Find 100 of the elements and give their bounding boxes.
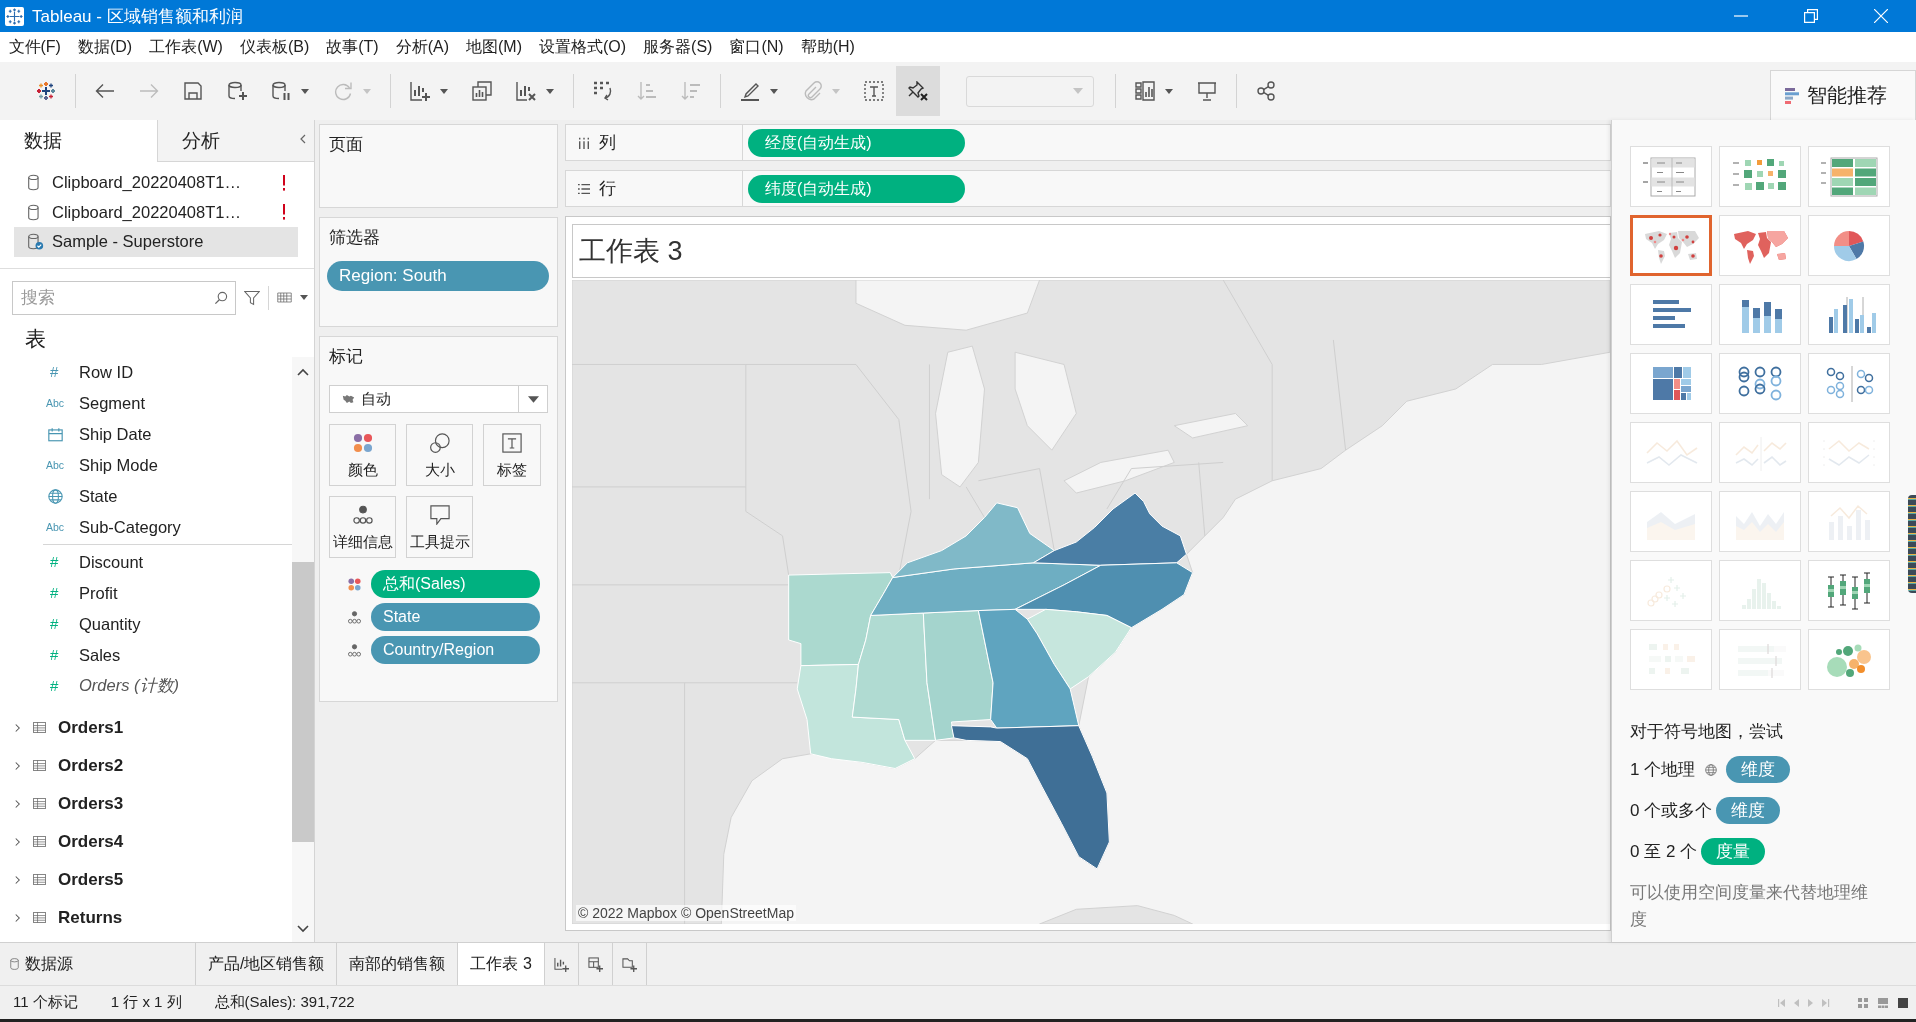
caret-icon bbox=[1073, 88, 1083, 94]
menu-item[interactable]: 设置格式(O) bbox=[530, 33, 635, 61]
table-icon bbox=[33, 722, 46, 733]
database-pause-icon bbox=[271, 81, 291, 101]
data-type-label: # bbox=[50, 647, 59, 663]
chevron-right-icon[interactable] bbox=[14, 836, 21, 847]
mark-type-dropdown[interactable]: 自动 bbox=[329, 385, 548, 413]
search-field[interactable]: 搜索 bbox=[12, 280, 236, 315]
menu-item[interactable]: 工作表(W) bbox=[140, 33, 232, 61]
mark-property-button[interactable]: 详细信息 bbox=[329, 496, 396, 558]
collapse-icon[interactable] bbox=[300, 134, 306, 144]
menu-item[interactable]: 地图(M) bbox=[457, 33, 531, 61]
field-item[interactable]: Ship Date bbox=[0, 418, 292, 450]
caret-icon bbox=[832, 88, 840, 94]
state-region[interactable] bbox=[1014, 562, 1194, 629]
scrollbar-thumb[interactable] bbox=[292, 561, 314, 842]
color-dots-icon bbox=[348, 577, 361, 591]
data-type-label: Abc bbox=[46, 520, 65, 535]
data-type-label: # bbox=[50, 678, 59, 694]
data-type-label: # bbox=[50, 364, 59, 380]
menu-item[interactable]: 窗口(N) bbox=[720, 33, 793, 61]
menu-item[interactable]: 数据(D) bbox=[69, 33, 141, 61]
table-item[interactable]: Orders5 bbox=[0, 860, 292, 899]
field-item[interactable]: # Sales bbox=[0, 639, 292, 671]
caret-icon bbox=[527, 395, 539, 403]
scrollbar[interactable] bbox=[292, 356, 314, 942]
bar-list-icon bbox=[1785, 87, 1799, 104]
state-region[interactable] bbox=[922, 610, 994, 741]
grid-view-icon[interactable] bbox=[1858, 997, 1868, 1008]
back-arrow-icon bbox=[95, 81, 115, 101]
table-item[interactable]: Orders3 bbox=[0, 784, 292, 823]
table-item[interactable]: Returns bbox=[0, 898, 292, 937]
dots-icon bbox=[348, 610, 361, 624]
data-source-item[interactable]: Clipboard_20220408T1… bbox=[14, 197, 298, 227]
filter-icon[interactable] bbox=[244, 289, 260, 306]
chevron-right-icon[interactable] bbox=[14, 874, 21, 885]
table-item[interactable]: Orders1 bbox=[0, 708, 292, 747]
menu-item[interactable]: 故事(T) bbox=[317, 33, 388, 61]
table-item[interactable]: Orders2 bbox=[0, 746, 292, 785]
chevron-right-icon[interactable] bbox=[14, 912, 21, 923]
sheet-tab[interactable]: 工作表 3 bbox=[458, 943, 545, 985]
chevron-right-icon[interactable] bbox=[14, 798, 21, 809]
grid-plus-icon bbox=[587, 956, 603, 972]
menu-item[interactable]: 服务器(S) bbox=[634, 33, 721, 61]
chart-type-button[interactable] bbox=[1630, 215, 1712, 276]
state-region[interactable] bbox=[1026, 608, 1132, 690]
field-item[interactable]: Abc Ship Mode bbox=[0, 449, 292, 481]
caret-icon[interactable] bbox=[300, 295, 308, 300]
field-item[interactable]: # Orders (计数) bbox=[0, 670, 292, 702]
duplicate-chart-icon bbox=[472, 81, 492, 101]
mark-property-button[interactable]: 颜色 bbox=[329, 424, 396, 486]
chevron-right-icon[interactable] bbox=[14, 760, 21, 771]
mark-property-button[interactable]: 标签 bbox=[483, 424, 541, 486]
field-item[interactable]: # Discount bbox=[0, 546, 292, 578]
data-source-item[interactable]: Sample - Superstore bbox=[14, 227, 298, 257]
pane-tab[interactable]: 分析 bbox=[156, 120, 314, 162]
field-item[interactable]: Abc Segment bbox=[0, 387, 292, 419]
scroll-down-icon[interactable] bbox=[297, 925, 309, 933]
state-region[interactable] bbox=[977, 608, 1080, 729]
chart-plus-icon bbox=[410, 81, 430, 101]
search-icon bbox=[214, 290, 228, 305]
sort-ascending-icon bbox=[637, 81, 657, 101]
sort-descending-icon bbox=[681, 81, 701, 101]
field-item[interactable]: # Quantity bbox=[0, 608, 292, 640]
menu-item[interactable]: 文件(F) bbox=[0, 33, 70, 61]
rows-icon bbox=[578, 182, 590, 195]
state-region[interactable] bbox=[1032, 492, 1187, 566]
toolbar-button[interactable] bbox=[896, 66, 940, 116]
menu-item[interactable]: 分析(A) bbox=[387, 33, 458, 61]
mark-property-button[interactable]: 大小 bbox=[406, 424, 473, 486]
card-title: 筛选器 bbox=[328, 227, 381, 249]
chevron-right-icon[interactable] bbox=[14, 722, 21, 733]
field-item[interactable]: # Profit bbox=[0, 577, 292, 609]
state-region[interactable] bbox=[788, 572, 894, 667]
window-title: Tableau - 区域销售额和利润 bbox=[32, 5, 243, 28]
grid-icon[interactable] bbox=[277, 292, 292, 303]
show-me-tab[interactable]: 智能推荐 bbox=[1770, 70, 1916, 120]
data-source-item[interactable]: Clipboard_20220408T1… bbox=[14, 168, 298, 198]
filmstrip-view-icon[interactable] bbox=[1878, 997, 1888, 1008]
worksheet-title: 工作表 3 bbox=[572, 224, 1610, 278]
state-region[interactable] bbox=[950, 725, 1110, 870]
field-item[interactable]: State bbox=[0, 480, 292, 512]
field-item[interactable]: Abc Sub-Category bbox=[0, 511, 292, 543]
database-icon bbox=[10, 958, 19, 970]
table-item[interactable]: Orders4 bbox=[0, 822, 292, 861]
map-attribution: © 2022 Mapbox © OpenStreetMap bbox=[576, 905, 796, 921]
scroll-up-icon[interactable] bbox=[297, 367, 309, 376]
field-item[interactable]: # Row ID bbox=[0, 356, 292, 388]
mark-property-button[interactable]: 工具提示 bbox=[406, 496, 473, 558]
menu-item[interactable]: 仪表板(B) bbox=[231, 33, 318, 61]
filled-square-icon[interactable] bbox=[1898, 997, 1908, 1008]
menu-item[interactable]: 帮助(H) bbox=[792, 33, 864, 61]
card-title: 标记 bbox=[328, 346, 364, 368]
book-plus-icon bbox=[621, 956, 637, 972]
shelf-label: 行 bbox=[599, 178, 616, 200]
side-panel-handle[interactable] bbox=[1908, 495, 1916, 593]
columns-icon bbox=[578, 136, 590, 149]
state-region[interactable] bbox=[892, 502, 1055, 578]
requirement-text: 0 个或多个 bbox=[1630, 800, 1713, 822]
requirement-text: 1 个地理 bbox=[1630, 759, 1696, 781]
